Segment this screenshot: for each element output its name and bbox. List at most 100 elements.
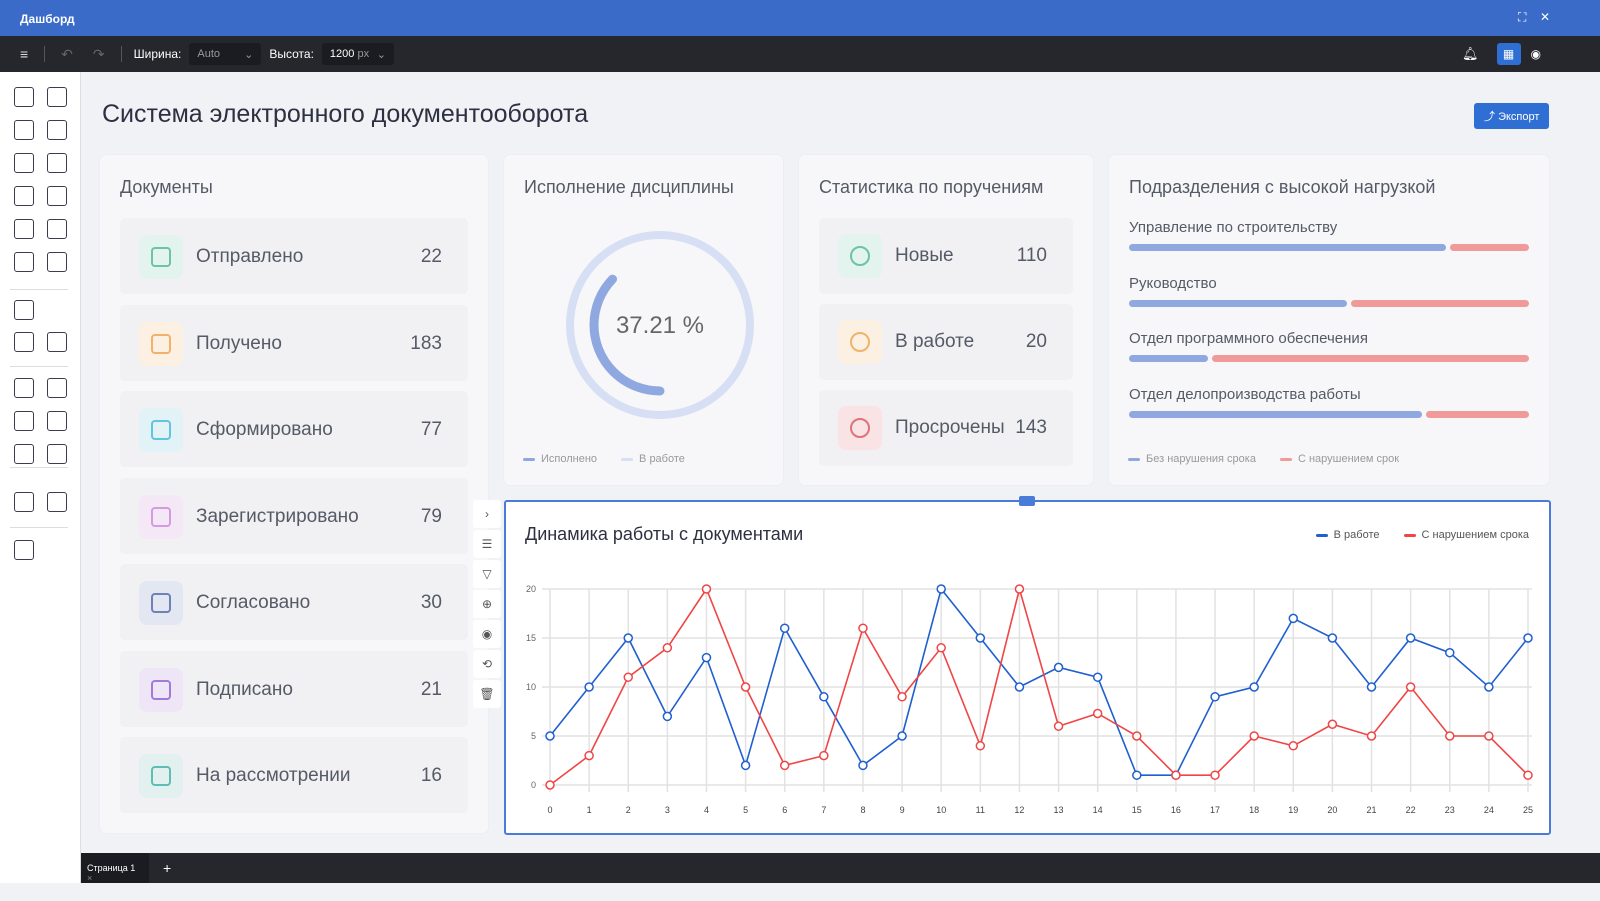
data-point	[1053, 662, 1064, 673]
data-point	[1445, 647, 1455, 658]
eye-icon[interactable]: ◉	[1531, 47, 1541, 61]
x-tick-label: 0	[547, 805, 552, 815]
picture-0-icon[interactable]	[14, 444, 34, 464]
text-1-icon[interactable]	[47, 378, 67, 398]
target-icon[interactable]: ◉	[473, 620, 501, 648]
x-tick-label: 20	[1327, 805, 1337, 815]
sum-0-icon[interactable]	[14, 120, 34, 140]
x-tick-label: 22	[1406, 805, 1416, 815]
width-value: Auto	[197, 48, 220, 60]
document-stat-item[interactable]: Сформировано 77	[120, 391, 468, 467]
data-point	[897, 692, 907, 702]
table-1-icon[interactable]	[47, 87, 67, 107]
departments-title: Подразделения с высокой нагрузкой	[1129, 177, 1436, 197]
data-point	[936, 584, 946, 594]
x-tick-label: 21	[1367, 805, 1377, 815]
data-point	[1366, 682, 1377, 692]
data-point	[662, 711, 673, 722]
y-tick-label: 10	[526, 682, 536, 692]
department-item: Руководство	[1129, 275, 1529, 307]
data-point	[819, 750, 829, 761]
document-stat-item[interactable]: Отправлено 22	[120, 218, 468, 294]
layers-0-icon[interactable]	[14, 540, 34, 560]
gauge-1-icon[interactable]	[47, 332, 67, 352]
maximize-icon[interactable]: ⛶	[1518, 10, 1526, 25]
undo-icon[interactable]: ↶	[61, 46, 73, 63]
assignment-stat-item[interactable]: Просрочены 143	[819, 390, 1073, 466]
line-chart-0-icon[interactable]	[14, 153, 34, 173]
table-0-icon[interactable]	[14, 87, 34, 107]
width-select[interactable]: Auto ⌄	[189, 43, 262, 65]
card-0-icon[interactable]	[14, 300, 34, 320]
data-point	[1132, 731, 1142, 741]
refresh-icon[interactable]: ⟲	[473, 650, 501, 678]
image-0-icon[interactable]	[14, 411, 34, 431]
assignment-label: Новые	[895, 245, 954, 266]
scatter-1-icon[interactable]	[47, 252, 67, 272]
x-tick-label: 12	[1014, 805, 1024, 815]
document-stat-item[interactable]: Подписано 21	[120, 650, 468, 727]
data-point	[623, 672, 633, 682]
picture-1-icon[interactable]	[47, 444, 67, 464]
data-point	[545, 731, 555, 741]
late-bar	[1212, 355, 1529, 362]
departments-card: Подразделения с высокой нагрузкой Управл…	[1109, 155, 1549, 485]
grid-view-button[interactable]: ▦	[1496, 43, 1521, 65]
hierarchy-1-icon[interactable]	[47, 186, 67, 206]
divider	[10, 467, 68, 468]
gauge-0-icon[interactable]	[14, 332, 34, 352]
sum-1-icon[interactable]	[47, 120, 67, 140]
data-point	[1092, 672, 1103, 682]
zoom-icon[interactable]: ⊕	[473, 590, 501, 618]
bubble-0-icon[interactable]	[14, 492, 34, 512]
height-select[interactable]: 1200 px ⌄	[321, 43, 394, 65]
close-tab-icon[interactable]: ×	[87, 873, 92, 883]
data-point	[1366, 731, 1377, 741]
filter-icon[interactable]: ▽	[473, 560, 501, 588]
document-stat-item[interactable]: На рассмотрении 16	[120, 737, 468, 813]
menu-icon[interactable]: ≡	[20, 46, 28, 62]
document-icon	[139, 321, 183, 366]
image-1-icon[interactable]	[47, 411, 67, 431]
document-count: 183	[410, 332, 442, 354]
divider	[10, 289, 68, 290]
page-tab[interactable]: Страница 1 ×	[81, 853, 149, 883]
trash-icon[interactable]: 🗑︎	[473, 680, 501, 708]
data-point	[584, 750, 594, 761]
add-page-button[interactable]: +	[163, 860, 171, 876]
bubble-1-icon[interactable]	[47, 492, 67, 512]
dashboard: Система электронного документооборота ⤴ …	[81, 72, 1600, 871]
legend-item: В работе	[621, 453, 685, 465]
export-button[interactable]: ⤴ Экспорт	[1474, 103, 1550, 129]
document-stat-item[interactable]: Получено 183	[120, 304, 468, 381]
document-icon	[139, 494, 183, 539]
bar-chart-1-icon[interactable]	[47, 219, 67, 239]
data-point	[740, 682, 751, 692]
on-time-bar	[1129, 299, 1347, 307]
data-point	[858, 623, 868, 633]
documents-card: Документы Отправлено 22 Получено 183 Сформир…	[100, 155, 488, 833]
x-tick-label: 13	[1054, 805, 1064, 815]
hierarchy-0-icon[interactable]	[14, 186, 34, 206]
close-icon[interactable]: ✕	[1540, 10, 1550, 24]
x-tick-label: 1	[587, 805, 592, 815]
database-icon[interactable]: ☰	[473, 530, 501, 558]
assignment-stat-item[interactable]: В работе 20	[819, 304, 1073, 380]
redo-icon[interactable]: ↷	[93, 46, 105, 63]
expand-icon[interactable]: ›	[473, 500, 501, 528]
document-stat-item[interactable]: Зарегистрировано 79	[120, 477, 468, 554]
legend-item: Без нарушения срока	[1128, 453, 1256, 465]
bar-chart-0-icon[interactable]	[14, 219, 34, 239]
data-point	[975, 741, 986, 751]
scatter-0-icon[interactable]	[14, 252, 34, 272]
text-0-icon[interactable]	[14, 378, 34, 398]
line-chart-1-icon[interactable]	[47, 153, 67, 173]
on-time-bar	[1129, 355, 1209, 362]
document-stat-item[interactable]: Согласовано 30	[120, 564, 468, 640]
assignment-stat-item[interactable]: Новые 110	[819, 218, 1073, 294]
x-tick-label: 25	[1523, 805, 1533, 815]
y-tick-label: 0	[531, 780, 536, 790]
bell-icon[interactable]: 🔔︎	[1462, 46, 1479, 62]
data-point	[1288, 741, 1299, 751]
document-icon	[139, 235, 183, 279]
